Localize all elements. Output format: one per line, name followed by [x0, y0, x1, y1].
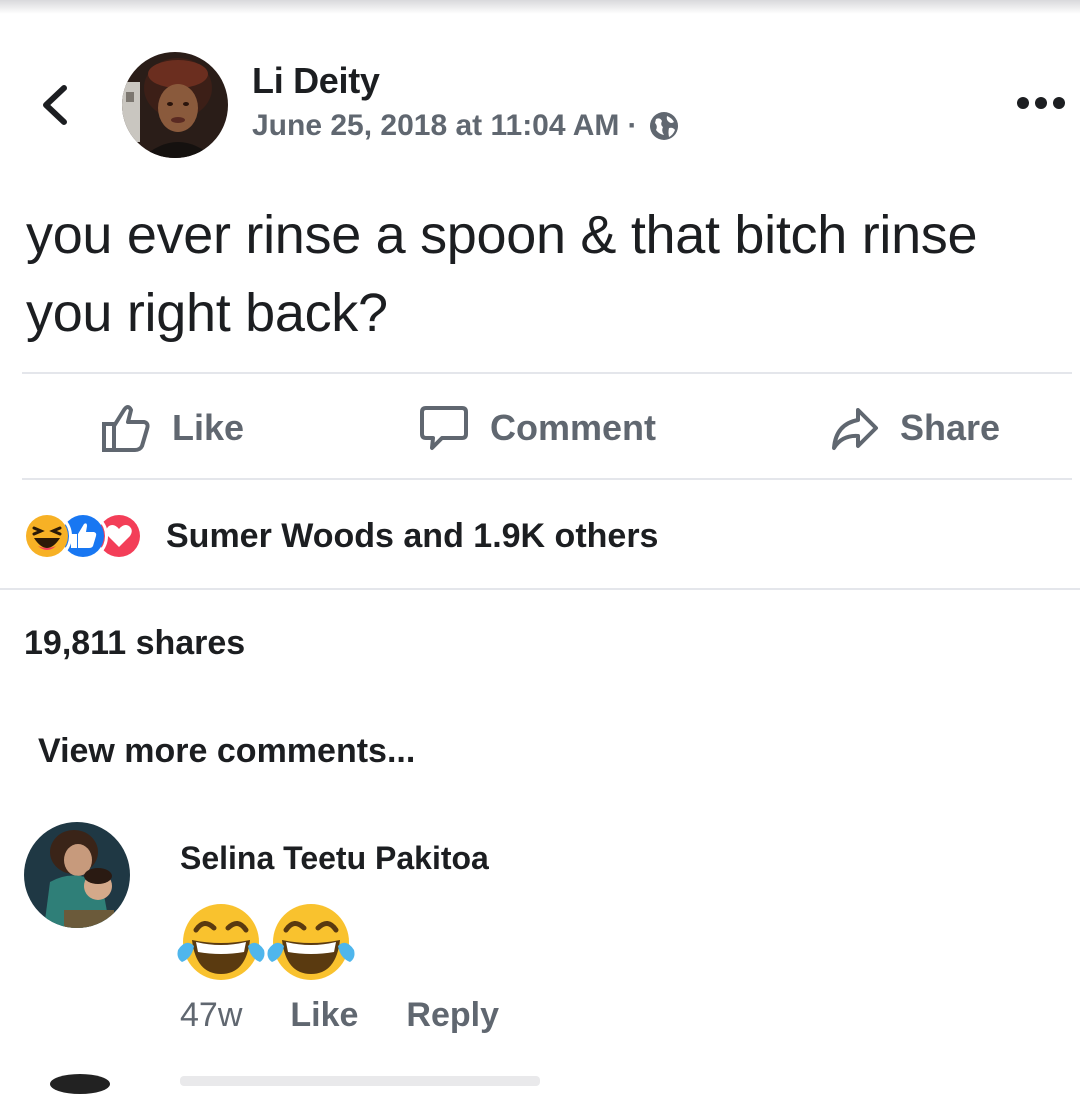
more-dots-icon — [1017, 97, 1065, 109]
next-comment-avatar-partial — [50, 1074, 110, 1094]
more-options-button[interactable] — [1014, 92, 1068, 114]
next-comment-partial — [180, 1076, 540, 1086]
commenter-name[interactable]: Selina Teetu Pakitoa — [180, 840, 489, 877]
comment-age[interactable]: 47w — [180, 996, 242, 1035]
separator-dot: · — [627, 109, 638, 142]
like-label: Like — [172, 407, 245, 448]
post-timestamp[interactable]: June 25, 2018 at 11:04 AM — [252, 109, 619, 143]
comment-reply-button[interactable]: Reply — [406, 996, 499, 1035]
globe-icon — [650, 112, 679, 140]
comment-button[interactable]: Comment — [418, 398, 656, 458]
like-button[interactable]: Like — [100, 398, 244, 458]
view-more-comments-link[interactable]: View more comments... — [38, 732, 415, 771]
post-text: you ever rinse a spoon & that bitch rins… — [26, 205, 978, 343]
divider — [22, 478, 1072, 480]
comment-content — [176, 900, 356, 986]
share-arrow-icon — [832, 408, 878, 450]
top-edge-shadow — [0, 0, 1080, 14]
commenter-avatar[interactable] — [24, 822, 130, 928]
post-timestamp-row: June 25, 2018 at 11:04 AM · — [252, 109, 681, 143]
thumbs-up-icon — [102, 405, 150, 452]
comment-meta: 47w Like Reply — [180, 996, 499, 1035]
reactions-summary[interactable]: Sumer Woods and 1.9K others — [22, 510, 658, 562]
comment-label: Comment — [490, 407, 657, 448]
tears-of-joy-emoji-icon — [267, 904, 355, 980]
divider — [22, 372, 1072, 374]
author-avatar[interactable] — [122, 52, 228, 158]
divider — [0, 588, 1080, 590]
shares-count[interactable]: 19,811 shares — [24, 624, 245, 663]
share-label: Share — [900, 407, 1001, 448]
reactions-summary-label: Sumer Woods and 1.9K others — [166, 516, 659, 555]
chevron-left-icon — [43, 85, 67, 125]
tears-of-joy-emoji-icon — [177, 904, 265, 980]
back-button[interactable] — [36, 82, 76, 128]
comment-bubble-icon — [420, 406, 468, 450]
haha-reaction-icon — [22, 511, 72, 561]
comment-like-button[interactable]: Like — [290, 996, 358, 1035]
post-author-name[interactable]: Li Deity — [252, 60, 380, 102]
share-button[interactable]: Share — [830, 398, 1000, 458]
